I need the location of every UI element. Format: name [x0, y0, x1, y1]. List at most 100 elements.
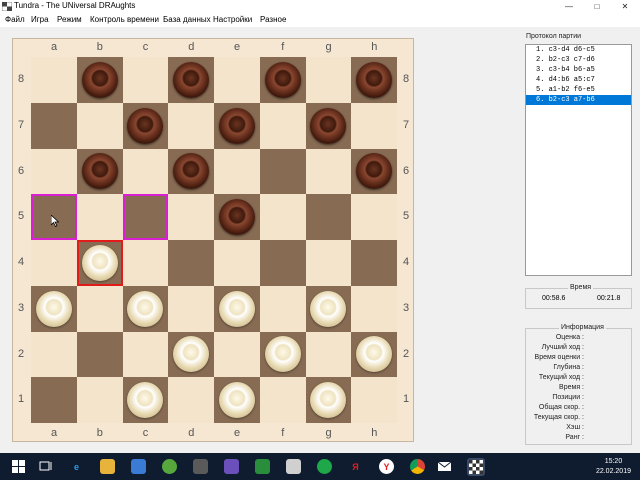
square-f8[interactable] — [259, 57, 306, 103]
minimize-button[interactable]: — — [555, 0, 583, 13]
white-piece-c1[interactable] — [127, 382, 164, 419]
black-piece-d6[interactable] — [173, 153, 210, 190]
black-piece-e7[interactable] — [218, 107, 255, 144]
square-e2[interactable] — [214, 331, 260, 378]
menu-misc[interactable]: Разное — [260, 15, 286, 24]
white-piece-e3[interactable] — [218, 290, 255, 327]
move-row[interactable]: 1. c3-d4 d6-c5 — [526, 45, 631, 55]
move-row[interactable]: 4. d4:b6 a5:c7 — [526, 75, 631, 85]
square-b5[interactable] — [76, 194, 123, 240]
square-h4[interactable] — [351, 240, 397, 286]
square-b4[interactable] — [76, 240, 123, 286]
move-row[interactable]: 5. a1-b2 f6-e5 — [526, 85, 631, 95]
move-row[interactable]: 3. c3-b4 b6-a5 — [526, 65, 631, 75]
tundra-taskbar-icon[interactable] — [467, 458, 485, 476]
square-f5[interactable] — [259, 194, 306, 240]
square-h2[interactable] — [351, 331, 397, 378]
white-piece-e1[interactable] — [218, 382, 255, 419]
square-e7[interactable] — [214, 102, 260, 149]
square-d7[interactable] — [168, 102, 214, 149]
square-f2[interactable] — [259, 331, 306, 378]
square-b6[interactable] — [76, 148, 123, 195]
media-player-icon[interactable] — [224, 459, 239, 474]
square-b7[interactable] — [76, 102, 123, 149]
square-g6[interactable] — [305, 148, 352, 195]
square-c7[interactable] — [122, 102, 169, 149]
square-d1[interactable] — [168, 377, 214, 423]
square-d6[interactable] — [168, 148, 214, 195]
white-piece-g3[interactable] — [310, 290, 347, 327]
white-piece-f2[interactable] — [264, 336, 301, 373]
yandex-browser-icon[interactable]: Y — [379, 459, 394, 474]
square-e4[interactable] — [214, 240, 260, 286]
square-a8[interactable] — [31, 57, 77, 103]
white-piece-g1[interactable] — [310, 382, 347, 419]
square-g3[interactable] — [305, 285, 352, 332]
square-h1[interactable] — [351, 377, 397, 423]
white-piece-h2[interactable] — [356, 336, 393, 373]
square-a7[interactable] — [31, 102, 77, 149]
square-c3[interactable] — [122, 285, 169, 332]
mail-icon[interactable] — [437, 459, 452, 474]
system-clock[interactable]: 15:20 22.02.2019 — [596, 457, 631, 477]
square-a3[interactable] — [31, 285, 77, 332]
white-piece-b4[interactable] — [81, 244, 118, 281]
square-a6[interactable] — [31, 148, 77, 195]
black-piece-e5[interactable] — [218, 199, 255, 236]
square-e5[interactable] — [214, 194, 260, 240]
white-piece-a3[interactable] — [35, 290, 72, 327]
square-g8[interactable] — [305, 57, 352, 103]
app-icon-globe[interactable] — [317, 459, 332, 474]
square-c1[interactable] — [122, 377, 169, 423]
task-view-icon[interactable] — [38, 459, 53, 474]
square-d2[interactable] — [168, 331, 214, 378]
file-explorer-icon[interactable] — [100, 459, 115, 474]
black-piece-g7[interactable] — [310, 107, 347, 144]
menu-file[interactable]: Файл — [5, 15, 25, 24]
menu-database[interactable]: База данных — [163, 15, 211, 24]
menu-mode[interactable]: Режим — [57, 15, 82, 24]
white-piece-d2[interactable] — [173, 336, 210, 373]
square-f3[interactable] — [259, 285, 306, 332]
square-g1[interactable] — [305, 377, 352, 423]
square-g2[interactable] — [305, 331, 352, 378]
menu-settings[interactable]: Настройки — [213, 15, 252, 24]
square-e1[interactable] — [214, 377, 260, 423]
app-icon-download[interactable] — [255, 459, 270, 474]
square-g5[interactable] — [305, 194, 352, 240]
square-b8[interactable] — [76, 57, 123, 103]
black-piece-f8[interactable] — [264, 61, 301, 98]
close-button[interactable]: ✕ — [611, 0, 639, 13]
square-c6[interactable] — [122, 148, 169, 195]
black-piece-b8[interactable] — [81, 61, 118, 98]
move-row[interactable]: 2. b2-c3 c7-d6 — [526, 55, 631, 65]
square-d4[interactable] — [168, 240, 214, 286]
move-row[interactable]: 6. b2-c3 a7-b6 — [526, 95, 631, 105]
square-h8[interactable] — [351, 57, 397, 103]
windows-start-icon[interactable] — [11, 459, 26, 474]
app-icon-green[interactable] — [162, 459, 177, 474]
black-piece-h6[interactable] — [356, 153, 393, 190]
square-h5[interactable] — [351, 194, 397, 240]
square-c8[interactable] — [122, 57, 169, 103]
chrome-icon[interactable] — [410, 459, 425, 474]
square-f1[interactable] — [259, 377, 306, 423]
moves-list[interactable]: 1. c3-d4 d6-c5 2. b2-c3 c7-d6 3. c3-b4 b6-… — [525, 44, 632, 276]
square-f4[interactable] — [259, 240, 306, 286]
square-a4[interactable] — [31, 240, 77, 286]
menu-time-control[interactable]: Контроль времени — [90, 15, 159, 24]
menu-game[interactable]: Игра — [31, 15, 49, 24]
square-d5[interactable] — [168, 194, 214, 240]
square-a1[interactable] — [31, 377, 77, 423]
square-e6[interactable] — [214, 148, 260, 195]
square-e8[interactable] — [214, 57, 260, 103]
square-h6[interactable] — [351, 148, 397, 195]
edge-icon[interactable]: e — [69, 459, 84, 474]
app-icon-window[interactable] — [286, 459, 301, 474]
maximize-button[interactable]: □ — [583, 0, 611, 13]
black-piece-d8[interactable] — [173, 61, 210, 98]
square-f6[interactable] — [259, 148, 306, 195]
store-icon[interactable] — [131, 459, 146, 474]
square-b3[interactable] — [76, 285, 123, 332]
checkers-board[interactable] — [31, 57, 397, 423]
